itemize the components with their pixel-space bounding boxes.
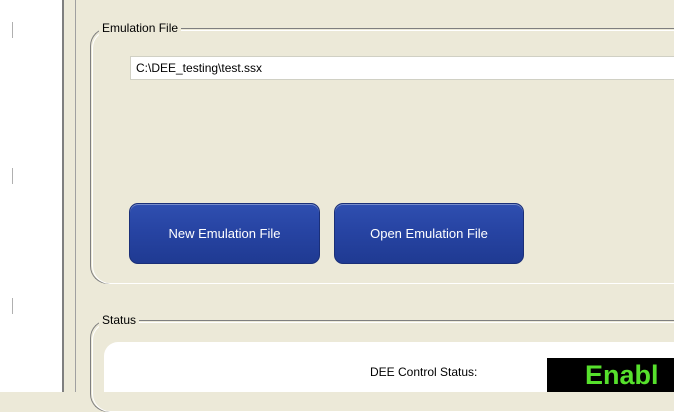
left-pane bbox=[0, 0, 62, 392]
left-pane-tick bbox=[12, 298, 13, 314]
left-pane-tick bbox=[12, 168, 13, 184]
status-legend: Status bbox=[99, 312, 140, 328]
dee-control-status-display: Enabl bbox=[547, 358, 674, 392]
left-pane-tick bbox=[12, 22, 13, 38]
emulation-file-legend: Emulation File bbox=[99, 20, 182, 36]
splitter-left-edge[interactable] bbox=[62, 0, 64, 392]
emulation-file-path-field[interactable]: C:\DEE_testing\test.ssx bbox=[130, 56, 674, 80]
dee-control-status-value: Enabl bbox=[585, 360, 659, 390]
splitter-right-edge bbox=[75, 0, 76, 392]
new-emulation-file-button[interactable]: New Emulation File bbox=[129, 203, 320, 264]
dee-control-status-label: DEE Control Status: bbox=[370, 365, 478, 379]
open-emulation-file-button[interactable]: Open Emulation File bbox=[334, 203, 524, 264]
